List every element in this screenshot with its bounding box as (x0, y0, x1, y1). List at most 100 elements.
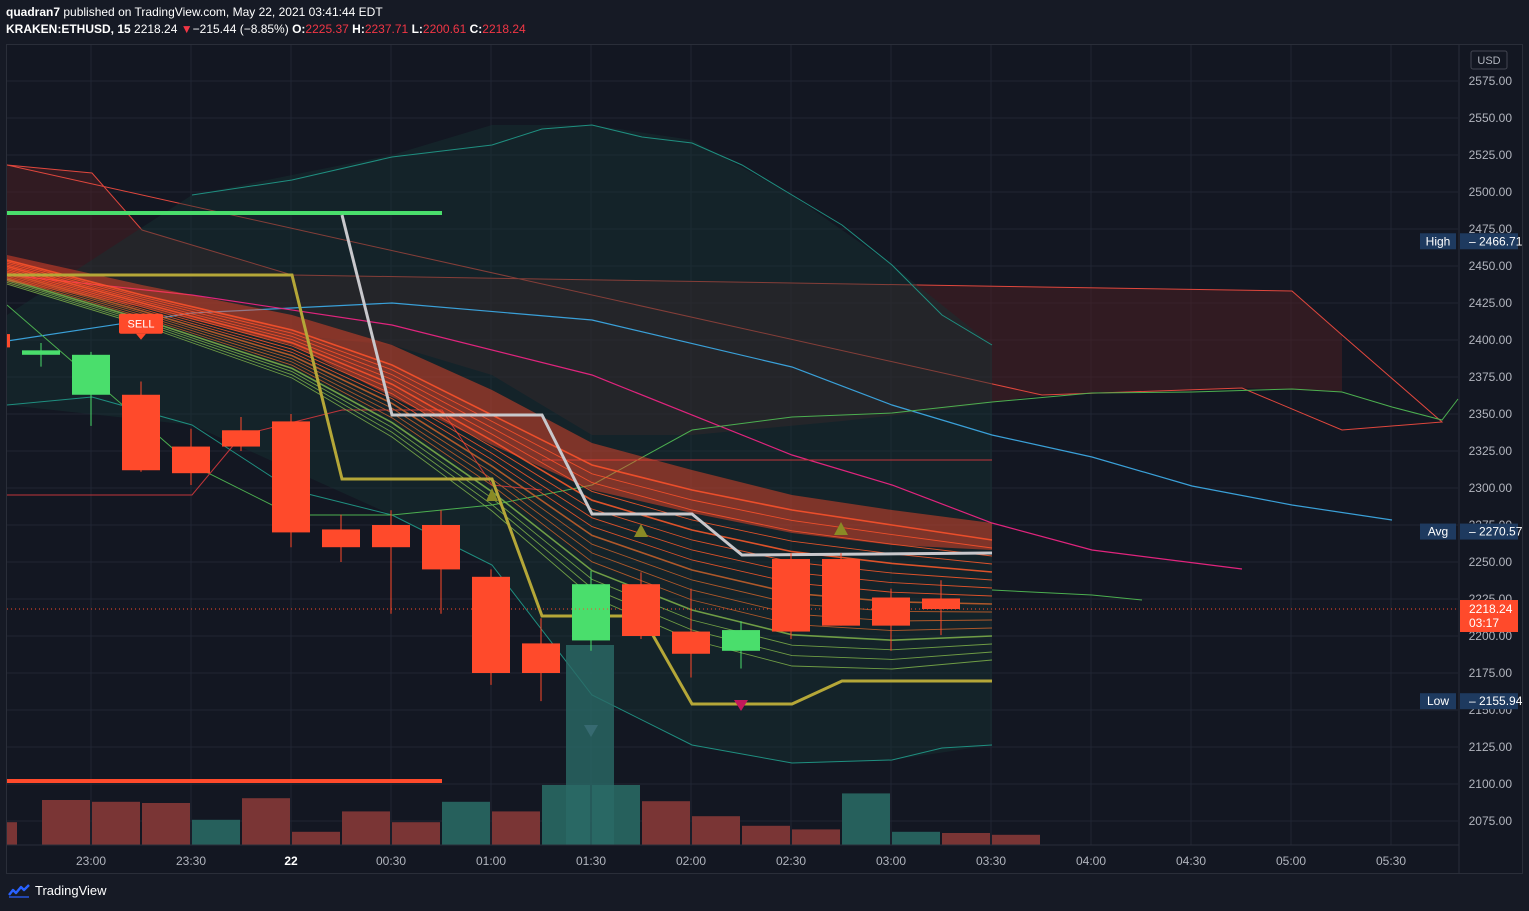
price-tick-label: 2300.00 (1469, 481, 1513, 495)
candle-body (922, 598, 960, 610)
price-tick-label: 2100.00 (1469, 777, 1513, 791)
volume-bar (242, 798, 290, 845)
candle-body (322, 529, 360, 548)
volume-bar (192, 819, 240, 845)
candle-body (622, 584, 660, 636)
candle-body (222, 430, 260, 447)
change-arrow-icon: ▼ (180, 22, 193, 36)
low-label: L: (411, 22, 423, 36)
candle-body (0, 334, 10, 348)
volume-bar (92, 801, 140, 845)
volume-spike (566, 645, 614, 845)
volume-bar (892, 831, 940, 845)
price-change: −215.44 (−8.85%) (192, 22, 289, 36)
candle[interactable] (422, 510, 460, 614)
volume-bar (392, 822, 440, 845)
candle[interactable] (772, 553, 810, 639)
candle[interactable] (272, 414, 310, 548)
candle-body (672, 631, 710, 654)
close-value: 2218.24 (482, 22, 526, 36)
volume-bar (292, 831, 340, 845)
time-tick-label: 04:30 (1176, 854, 1206, 868)
candle-body (522, 643, 560, 673)
last-price: 2218.24 (134, 22, 178, 36)
price-tick-label: 2125.00 (1469, 740, 1513, 754)
publish-info: quadran7 published on TradingView.com, M… (6, 5, 383, 19)
price-tick-label: 2550.00 (1469, 111, 1513, 125)
volume-bar (742, 825, 790, 845)
candle-body (22, 350, 60, 355)
candle-body (372, 525, 410, 548)
volume-bar (642, 801, 690, 845)
volume-bar (942, 833, 990, 845)
candle-body (822, 559, 860, 626)
bar-countdown: 03:17 (1469, 616, 1499, 630)
price-tick-label: 2525.00 (1469, 148, 1513, 162)
tradingview-footer[interactable]: TradingView (8, 883, 107, 898)
volume-bar (42, 800, 90, 845)
time-tick-label: 04:00 (1076, 854, 1106, 868)
price-tick-label: 2575.00 (1469, 74, 1513, 88)
price-tick-label: 2250.00 (1469, 555, 1513, 569)
time-tick-label: 23:30 (176, 854, 206, 868)
time-tick-label: 02:00 (676, 854, 706, 868)
time-tick-label: 01:00 (476, 854, 506, 868)
avg-tag-label: Avg (1428, 525, 1448, 539)
candle-body (872, 597, 910, 626)
price-tick-label: 2425.00 (1469, 296, 1513, 310)
low-value: – 2155.94 (1469, 694, 1522, 708)
candle[interactable] (322, 514, 360, 562)
publisher[interactable]: quadran7 (6, 5, 60, 19)
candle[interactable] (122, 381, 160, 472)
tradingview-logo-icon (8, 883, 30, 898)
volume-bar (692, 816, 740, 845)
candle[interactable] (822, 553, 860, 626)
volume-bar (142, 803, 190, 845)
candle[interactable] (172, 428, 210, 486)
footer-brand: TradingView (35, 883, 107, 898)
volume-bar (842, 793, 890, 845)
last-price-value: 2218.24 (1469, 602, 1513, 616)
published-text: published on TradingView.com, May 22, 20… (63, 5, 383, 19)
candle-body (272, 421, 310, 533)
symbol-name[interactable]: KRAKEN:ETHUSD, 15 (6, 22, 131, 36)
time-tick-label: 03:30 (976, 854, 1006, 868)
time-tick-label: 02:30 (776, 854, 806, 868)
price-tick-label: 2375.00 (1469, 370, 1513, 384)
high-value: 2237.71 (364, 22, 409, 36)
volume-bar (792, 829, 840, 845)
candle-body (722, 630, 760, 651)
avg-value: – 2270.57 (1469, 525, 1522, 539)
price-tick-label: 2500.00 (1469, 185, 1513, 199)
time-tick-label: 01:30 (576, 854, 606, 868)
price-tick-label: 2075.00 (1469, 814, 1513, 828)
close-label: C: (469, 22, 483, 36)
time-tick-label: 23:00 (76, 854, 106, 868)
volume-bar (492, 811, 540, 845)
candle-body (122, 394, 160, 471)
time-tick-label: 03:00 (876, 854, 906, 868)
volume-bar (7, 822, 17, 845)
high-label: H: (352, 22, 365, 36)
chart-svg[interactable]: SELL2575.002550.002525.002500.002475.002… (0, 45, 1523, 873)
time-tick-label: 05:30 (1376, 854, 1406, 868)
low-tag-label: Low (1427, 694, 1449, 708)
chart-panel[interactable]: SELL 2575.00 2550.00 2525.00 2500.00 2475.00 2… (0, 44, 1523, 874)
open-label: O: (292, 22, 306, 36)
volume-bar (342, 811, 390, 845)
time-tick-label: 05:00 (1276, 854, 1306, 868)
candle[interactable] (472, 569, 510, 685)
sell-label: SELL (128, 319, 155, 331)
candle-body (422, 525, 460, 570)
candle-body (772, 559, 810, 632)
candle-body (172, 446, 210, 474)
time-tick-label: 22 (284, 854, 298, 868)
indicators (6, 124, 1459, 783)
volume-bar (442, 801, 490, 845)
time-tick-label: 00:30 (376, 854, 406, 868)
price-tick-label: 2400.00 (1469, 333, 1513, 347)
candle-body (472, 576, 510, 673)
low-value: 2200.61 (422, 22, 467, 36)
price-tick-label: 2175.00 (1469, 666, 1513, 680)
price-tick-label: 2350.00 (1469, 407, 1513, 421)
